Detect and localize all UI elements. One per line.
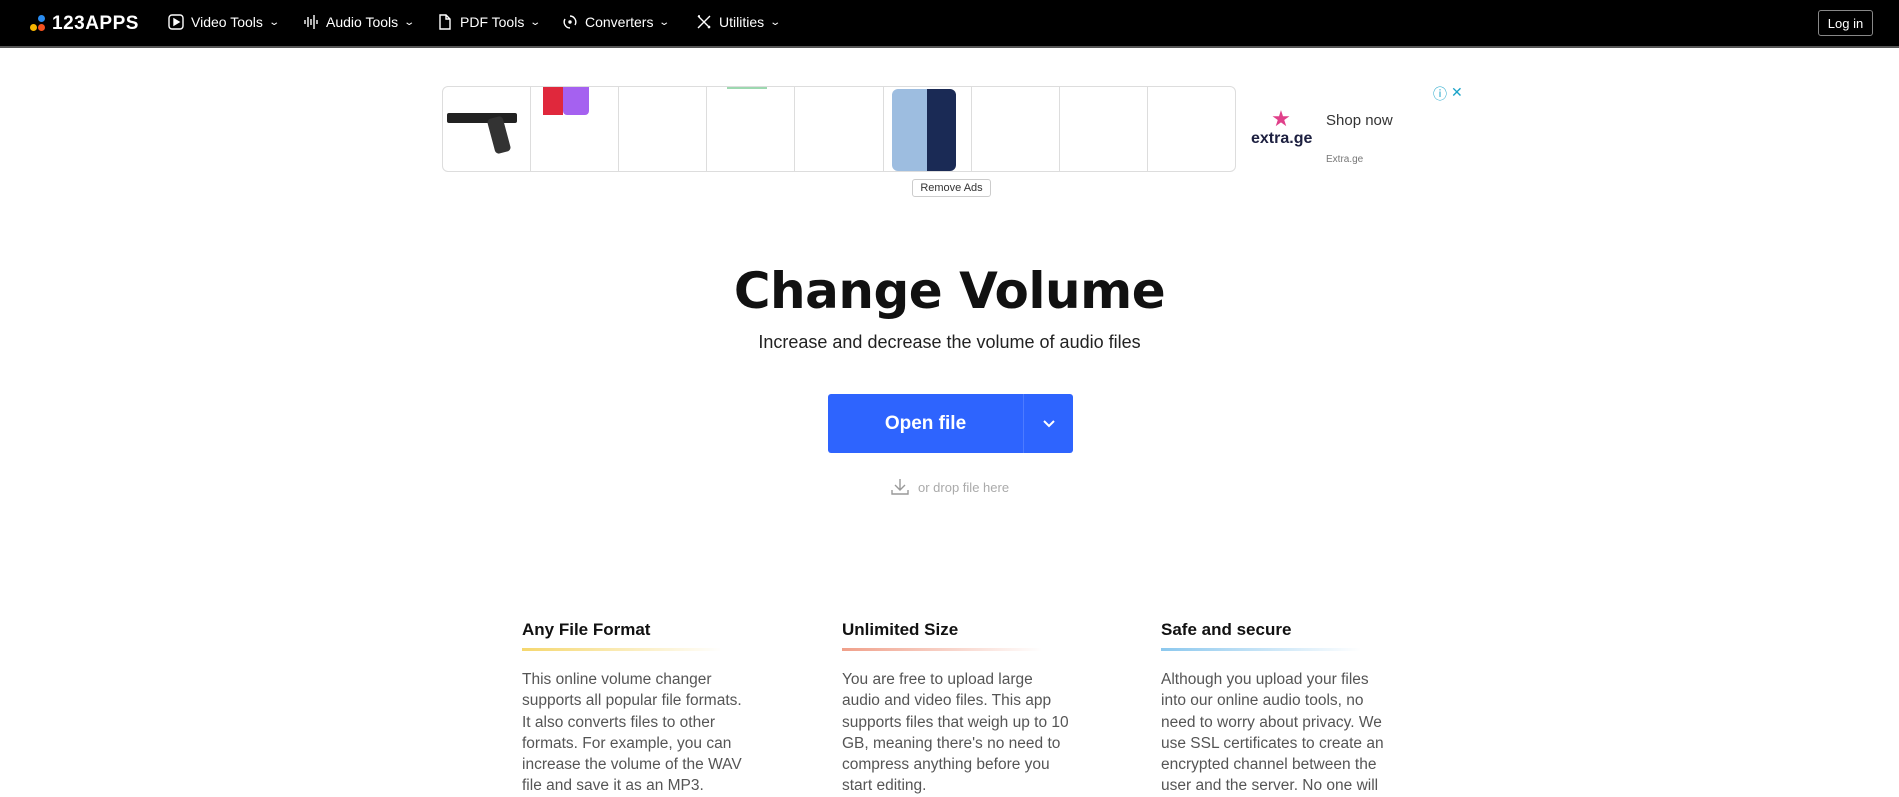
logo-text: 123APPS (52, 13, 139, 34)
login-button[interactable]: Log in (1818, 10, 1873, 36)
feature-title: Safe and secure (1161, 620, 1292, 639)
open-file-button-group: Open file (828, 394, 1073, 453)
feature-any-file-format: Any File Format This online volume chang… (522, 620, 752, 797)
nav-label: Video Tools (191, 14, 263, 30)
feature-underline (1161, 648, 1361, 651)
star-icon: ★ (1271, 106, 1291, 131)
nav-video-tools[interactable]: Video Tools ⌄ (168, 14, 280, 30)
ad-brand: extra.ge (1251, 130, 1313, 147)
chevron-down-icon: ⌄ (268, 16, 280, 28)
page-title: Change Volume (733, 262, 1166, 320)
feature-title: Unlimited Size (842, 620, 959, 639)
page-subtitle: Increase and decrease the volume of audi… (758, 332, 1141, 352)
chevron-down-icon (1042, 419, 1055, 427)
ad-tile[interactable] (619, 87, 708, 171)
feature-text: This online volume changer supports all … (522, 671, 742, 795)
ad-tile[interactable] (972, 87, 1060, 171)
nav-converters[interactable]: Converters ⌄ (562, 14, 671, 30)
feature-underline (842, 648, 1042, 651)
tools-icon (697, 15, 711, 29)
ad-controls: ⓘ ✕ (1433, 84, 1463, 104)
logo[interactable]: 123APPS (30, 13, 139, 35)
feature-text: Although you upload your files into our … (1161, 671, 1384, 795)
chevron-down-icon: ⌄ (658, 16, 671, 28)
close-icon[interactable]: ✕ (1451, 84, 1463, 104)
ad-tile[interactable] (531, 87, 620, 171)
nav-label: Converters (585, 14, 654, 30)
ad-brand-logo[interactable]: ★ extra.ge (1251, 108, 1312, 148)
drop-zone[interactable]: or drop file here (890, 477, 1009, 497)
nav-utilities[interactable]: Utilities ⌄ (696, 14, 782, 30)
remove-ads-button[interactable]: Remove Ads (912, 179, 991, 197)
ad-tile[interactable] (795, 87, 884, 171)
ad-tile[interactable] (1060, 87, 1148, 171)
feature-unlimited-size: Unlimited Size You are free to upload la… (842, 620, 1072, 797)
open-file-dropdown[interactable] (1023, 394, 1073, 453)
open-file-button[interactable]: Open file (828, 394, 1023, 453)
play-icon (168, 14, 184, 30)
ad-tile[interactable] (884, 87, 972, 171)
chevron-down-icon: ⌄ (403, 16, 416, 28)
document-icon (439, 14, 451, 30)
ad-tile[interactable] (1148, 87, 1235, 171)
feature-title: Any File Format (522, 620, 651, 639)
nav-label: Utilities (719, 14, 765, 30)
chevron-down-icon: ⌄ (769, 16, 782, 28)
nav-label: Audio Tools (326, 14, 399, 30)
drop-text: or drop file here (918, 479, 1010, 495)
ad-cta[interactable]: Shop now (1326, 112, 1393, 129)
nav-label: PDF Tools (460, 14, 525, 30)
feature-safe-and-secure: Safe and secure Although you upload your… (1161, 620, 1391, 797)
ad-tile[interactable] (443, 87, 532, 171)
info-icon[interactable]: ⓘ (1433, 84, 1447, 104)
ad-tile[interactable] (707, 87, 796, 171)
nav-audio-tools[interactable]: Audio Tools ⌄ (303, 14, 416, 30)
download-icon (891, 479, 909, 495)
convert-icon (563, 15, 577, 29)
feature-underline (522, 648, 722, 651)
logo-icon (30, 15, 46, 33)
ad-banner[interactable] (442, 86, 1236, 172)
nav-pdf-tools[interactable]: PDF Tools ⌄ (437, 14, 542, 30)
chevron-down-icon: ⌄ (529, 16, 542, 28)
top-nav: 123APPS Video Tools ⌄ Audio Tools ⌄ PDF To… (0, 0, 1899, 48)
waveform-icon (304, 15, 318, 29)
ad-source: Extra.ge (1326, 154, 1364, 165)
feature-text: You are free to upload large audio and v… (842, 671, 1069, 795)
